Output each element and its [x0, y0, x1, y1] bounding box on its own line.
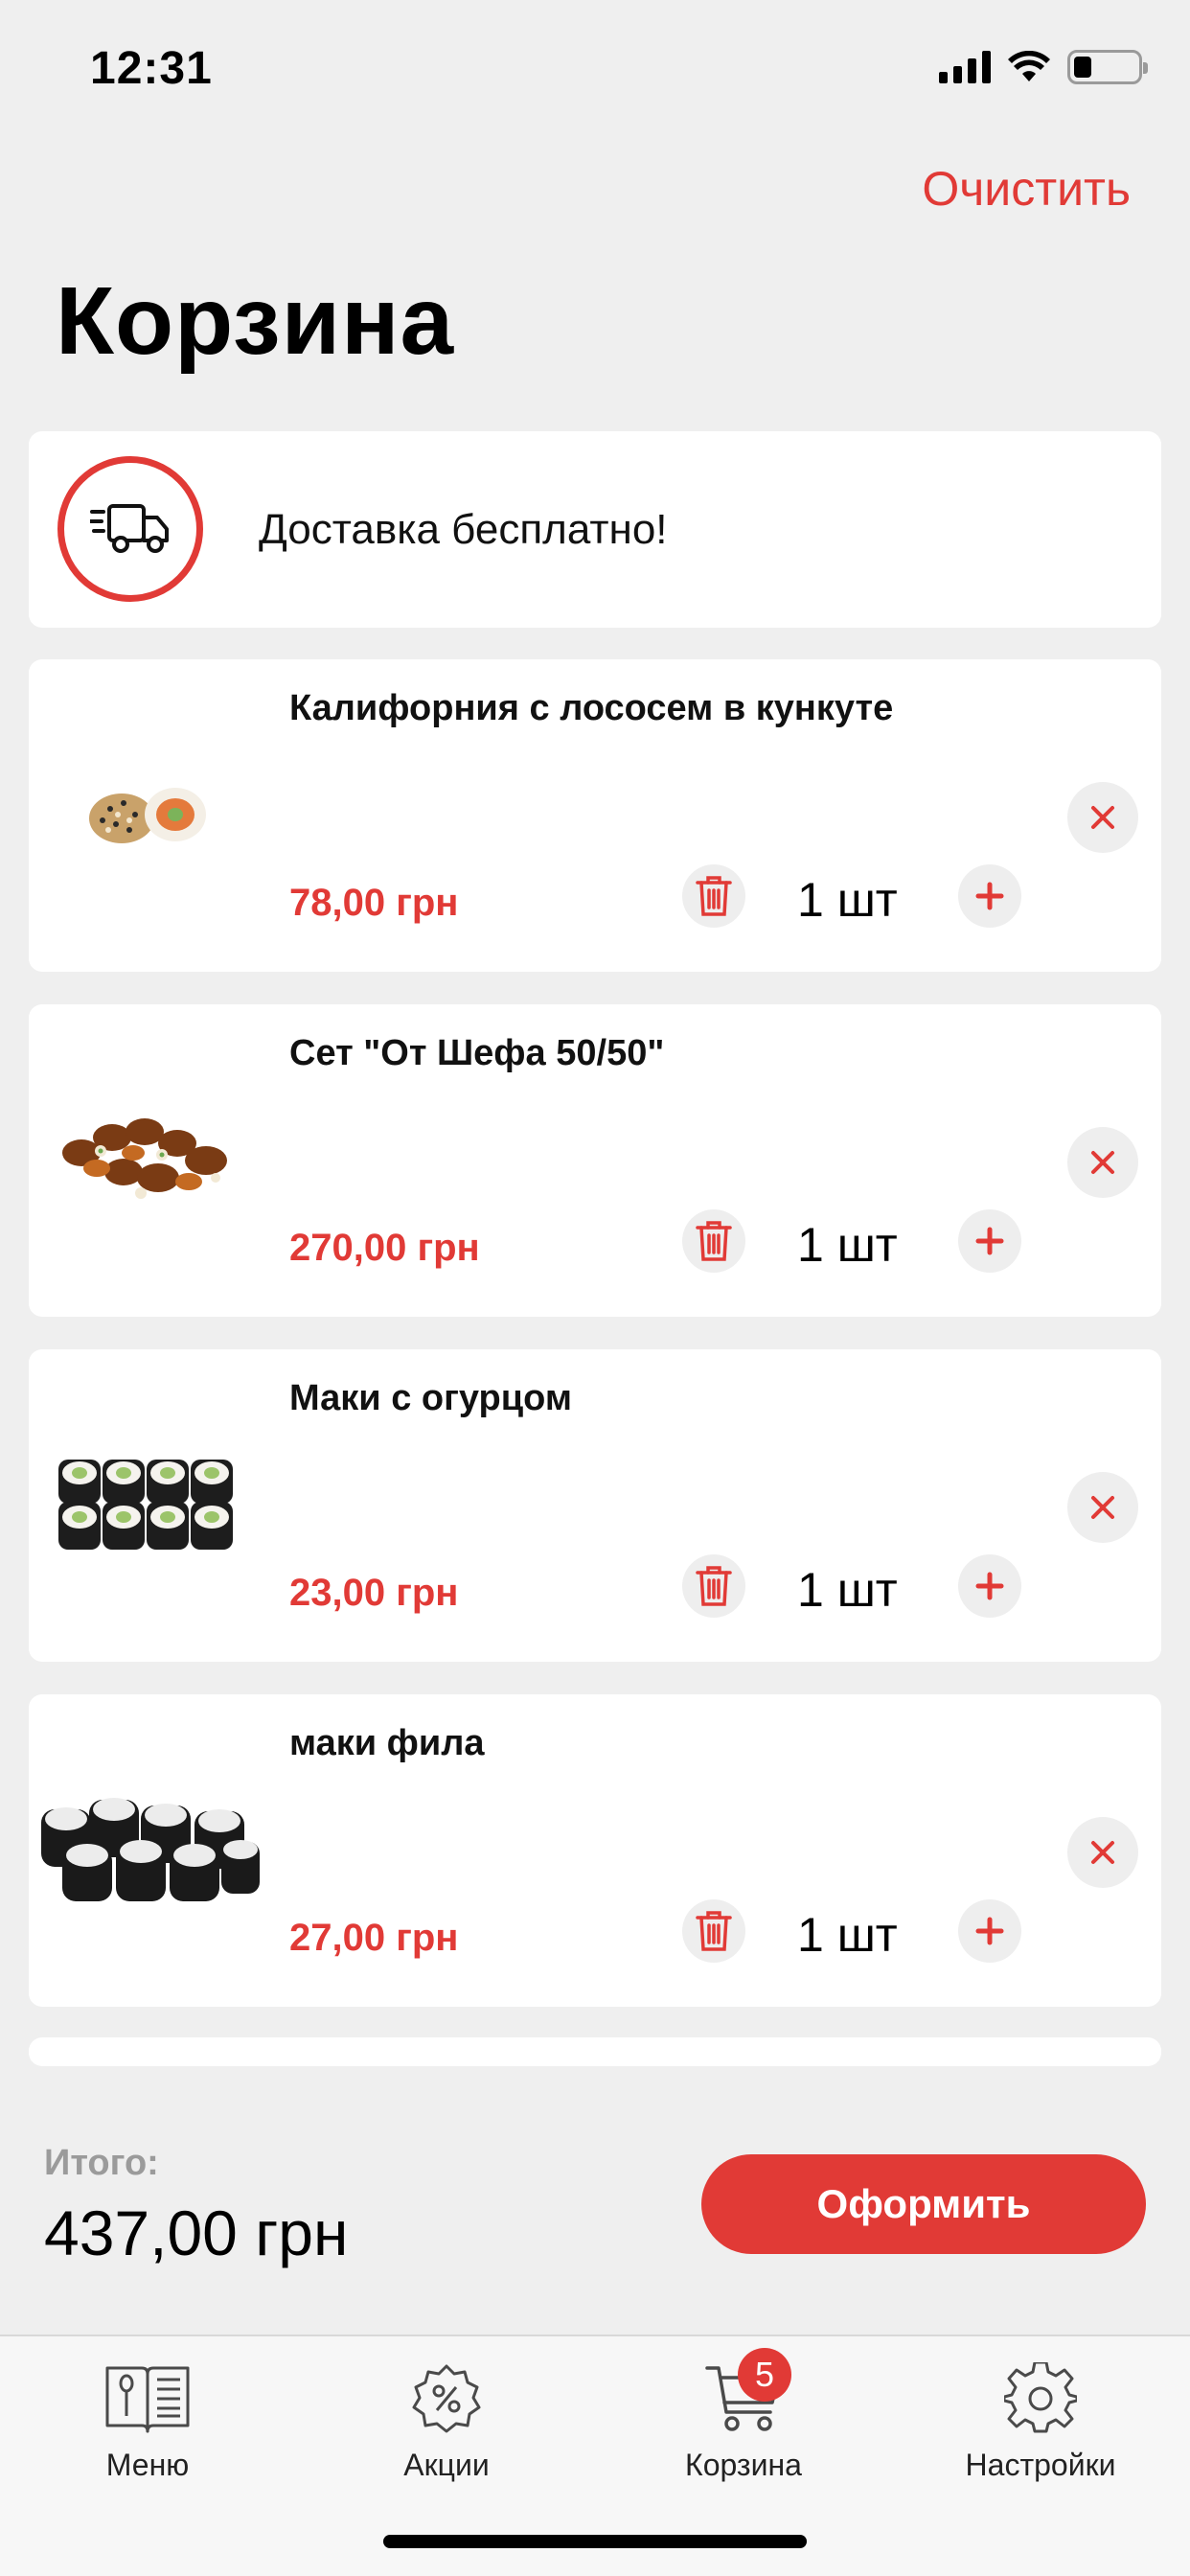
- item-price: 23,00 грн: [289, 1572, 459, 1614]
- item-price: 27,00 грн: [289, 1917, 459, 1959]
- delivery-text: Доставка бесплатно!: [259, 506, 668, 553]
- product-image: [29, 1062, 268, 1254]
- tab-settings[interactable]: Настройки: [926, 2356, 1156, 2483]
- tab-cart[interactable]: 5 Корзина: [629, 2348, 858, 2483]
- cart-badge: 5: [738, 2348, 791, 2402]
- cellular-signal-icon: [939, 51, 991, 83]
- item-quantity: 1 шт: [797, 1218, 898, 1272]
- item-price: 270,00 грн: [289, 1227, 480, 1269]
- checkout-button[interactable]: Оформить: [701, 2154, 1146, 2254]
- item-quantity: 1 шт: [797, 873, 898, 927]
- tab-label: Акции: [403, 2448, 490, 2482]
- close-icon[interactable]: [1067, 782, 1138, 853]
- plus-icon[interactable]: [958, 864, 1021, 928]
- plus-icon[interactable]: [958, 1554, 1021, 1618]
- battery-icon: [1067, 50, 1148, 84]
- cart-icon: 5: [696, 2348, 791, 2442]
- product-image: [29, 717, 268, 908]
- cart-item: Калифорния с лососем в кункуте 78,00 грн…: [29, 659, 1161, 972]
- product-image: [29, 1407, 268, 1598]
- item-price: 78,00 грн: [289, 882, 459, 924]
- home-indicator: [383, 2535, 807, 2548]
- tab-promotions[interactable]: Акции: [332, 2356, 561, 2483]
- wifi-icon: [1008, 51, 1050, 81]
- status-icons: [939, 50, 1148, 84]
- discount-gear-icon: [399, 2356, 494, 2442]
- trash-icon[interactable]: [682, 1209, 745, 1273]
- delivery-banner: Доставка бесплатно!: [29, 431, 1161, 628]
- item-name: Сет "От Шефа 50/50": [289, 1033, 665, 1073]
- clear-cart-button[interactable]: Очистить: [922, 161, 1131, 217]
- plus-icon[interactable]: [958, 1899, 1021, 1963]
- item-quantity: 1 шт: [797, 1908, 898, 1962]
- total-label: Итого:: [44, 2143, 159, 2183]
- cart-item: Маки с огурцом 23,00 грн 1 шт: [29, 1349, 1161, 1662]
- close-icon[interactable]: [1067, 1817, 1138, 1888]
- menu-book-icon: [100, 2356, 195, 2442]
- item-quantity: 1 шт: [797, 1563, 898, 1617]
- page-title: Корзина: [56, 267, 455, 375]
- delivery-truck-icon: [57, 456, 203, 602]
- cart-item: Сет "От Шефа 50/50" 270,00 грн 1 шт: [29, 1004, 1161, 1317]
- plus-icon[interactable]: [958, 1209, 1021, 1273]
- total-value: 437,00 грн: [44, 2197, 349, 2268]
- trash-icon[interactable]: [682, 864, 745, 928]
- item-name: Маки с огурцом: [289, 1378, 572, 1418]
- product-image: [29, 1752, 268, 1944]
- trash-icon[interactable]: [682, 1899, 745, 1963]
- close-icon[interactable]: [1067, 1472, 1138, 1543]
- tab-label: Корзина: [685, 2448, 802, 2482]
- cart-item: маки фила 27,00 грн 1 шт: [29, 1694, 1161, 2007]
- status-time: 12:31: [90, 43, 213, 94]
- tab-label: Настройки: [965, 2448, 1116, 2482]
- tab-label: Меню: [105, 2448, 190, 2482]
- cart-item-partial: [29, 2037, 1161, 2066]
- close-icon[interactable]: [1067, 1127, 1138, 1198]
- trash-icon[interactable]: [682, 1554, 745, 1618]
- item-name: маки фила: [289, 1723, 485, 1763]
- item-name: Калифорния с лососем в кункуте: [289, 688, 894, 728]
- settings-gear-icon: [993, 2356, 1088, 2442]
- tab-menu[interactable]: Меню: [33, 2356, 263, 2483]
